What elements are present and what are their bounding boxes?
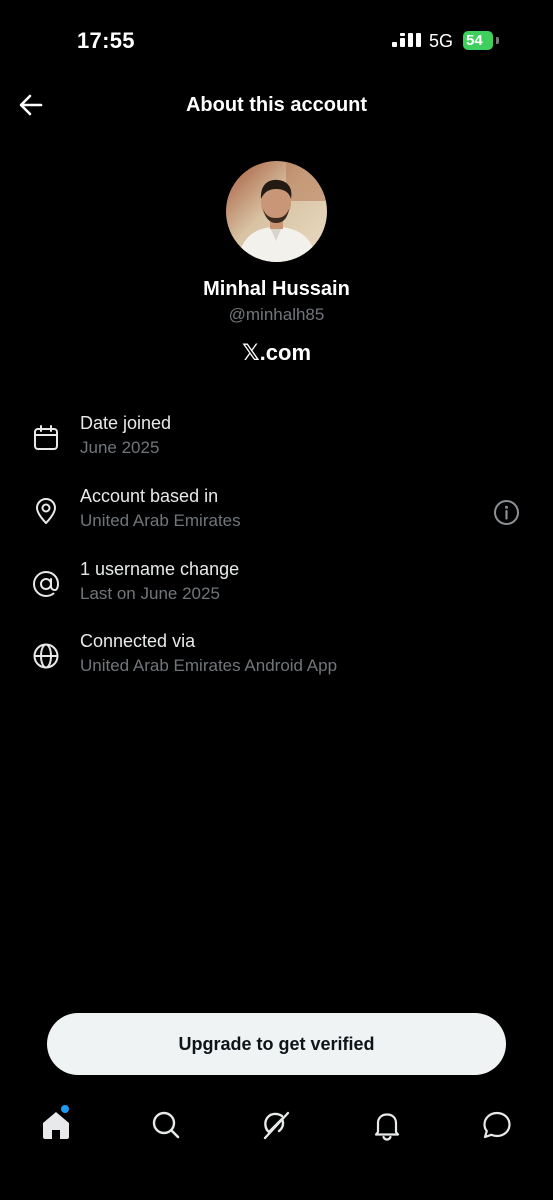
detail-row-account-based-in: Account based in United Arab Emirates [0,486,553,546]
home-icon[interactable] [39,1108,73,1142]
detail-title: 1 username change [80,559,240,579]
detail-row-connected-via: Connected via United Arab Emirates Andro… [0,631,553,691]
notification-dot [61,1105,69,1113]
bottom-nav [0,1098,553,1158]
signal-icon [392,33,422,49]
detail-title: Account based in [80,486,219,506]
battery-tip [496,37,499,44]
header: About this account [0,80,553,132]
location-pin-icon [36,498,56,524]
detail-subtitle: June 2025 [80,438,160,457]
page-title: About this account [185,94,368,116]
bell-icon[interactable] [370,1108,404,1142]
info-icon[interactable] [493,499,520,526]
avatar[interactable] [226,161,327,262]
platform-label: 𝕏.com [241,340,312,365]
detail-subtitle: Last on June 2025 [80,584,220,603]
battery-level: 54 [466,32,483,49]
profile-handle: @minhalh85 [228,305,325,324]
detail-subtitle: United Arab Emirates Android App [80,656,338,675]
network-type: 5G [429,31,454,51]
detail-row-username-change: 1 username change Last on June 2025 [0,559,553,619]
detail-title: Connected via [80,631,196,651]
messages-icon[interactable] [480,1108,514,1142]
battery-icon: 54 [463,31,493,50]
upgrade-button[interactable]: Upgrade to get verified [47,1013,506,1075]
grok-icon[interactable] [259,1108,293,1142]
detail-title: Date joined [80,413,172,433]
detail-subtitle: United Arab Emirates [80,511,241,530]
calendar-icon [34,425,58,450]
globe-icon [33,643,59,669]
at-sign-icon [32,570,60,598]
profile-name: Minhal Hussain [203,278,350,300]
search-icon[interactable] [149,1108,183,1142]
profile-photo [226,161,327,262]
status-bar: 17:55 5G 54 [0,0,553,80]
status-time: 17:55 [77,28,135,53]
detail-row-date-joined: Date joined June 2025 [0,413,553,473]
